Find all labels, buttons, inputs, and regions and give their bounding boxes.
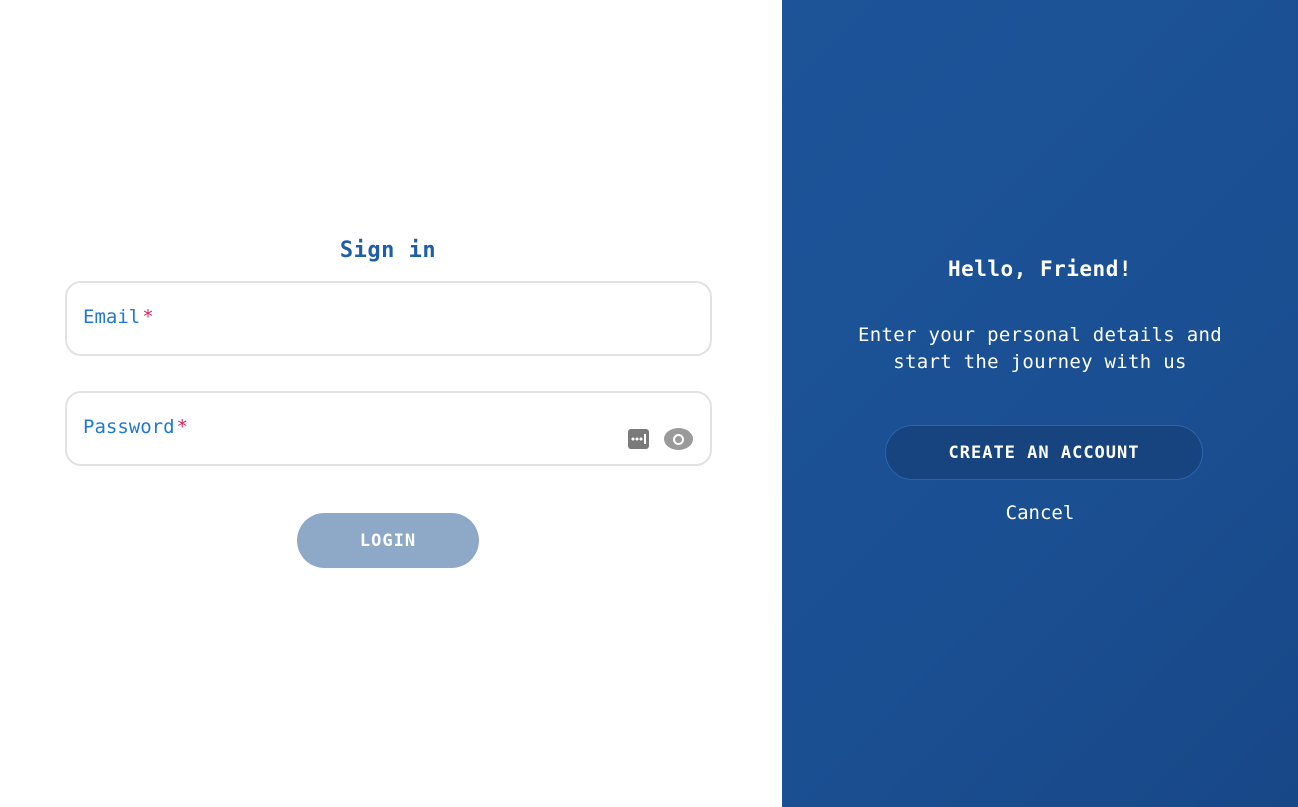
password-manager-icon[interactable]	[628, 429, 649, 449]
cancel-link[interactable]: Cancel	[782, 502, 1298, 524]
password-input[interactable]	[67, 393, 710, 464]
email-input[interactable]	[67, 283, 710, 354]
create-account-button[interactable]: CREATE AN ACCOUNT	[885, 425, 1203, 480]
signup-message: Enter your personal details and start th…	[858, 324, 1222, 373]
signup-panel: Hello, Friend! Enter your personal detai…	[782, 0, 1298, 807]
password-field[interactable]: Password *	[65, 391, 712, 466]
email-field[interactable]: Email *	[65, 281, 712, 356]
page-title: Sign in	[339, 238, 437, 263]
eye-icon[interactable]	[664, 428, 693, 450]
greeting-heading: Hello, Friend!	[947, 257, 1132, 281]
signin-panel: Sign in Email * Password * LOGIN	[0, 0, 782, 807]
login-button[interactable]: LOGIN	[297, 513, 479, 568]
